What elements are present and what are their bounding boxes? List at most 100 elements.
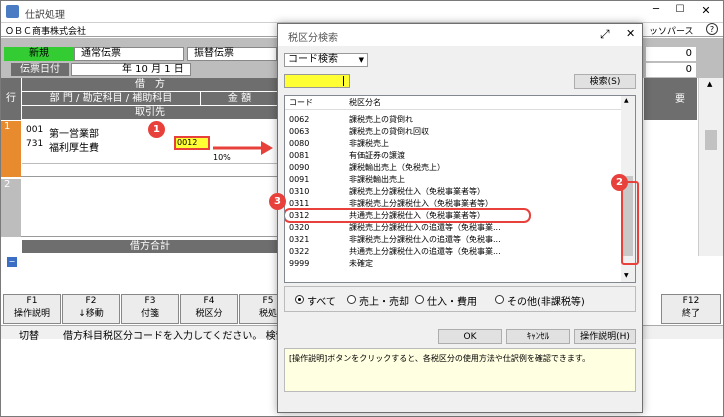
help-icon[interactable]: ? xyxy=(706,23,718,35)
list-item-name: 未確定 xyxy=(349,259,373,268)
list-item-code: 0062 xyxy=(289,115,310,124)
pointer-arrow xyxy=(213,141,273,155)
row-number: 2 xyxy=(1,179,21,237)
cancel-button[interactable]: ｷｬﾝｾﾙ xyxy=(506,329,570,344)
tax-code-input[interactable]: 0012 xyxy=(174,136,210,150)
f12-button[interactable]: F12 終了 xyxy=(661,294,721,324)
list-item-name: 課税売上の貸倒れ xyxy=(349,115,413,124)
f1-label: 操作説明 xyxy=(13,309,50,319)
search-type-value: コード検索 xyxy=(288,54,338,65)
column-name[interactable]: 税区分名 xyxy=(349,97,381,108)
right-value-2: 0 xyxy=(646,63,696,77)
list-item[interactable]: 0312 共通売上分課税仕入（免税事業者等） xyxy=(285,208,615,223)
f12-label: 終了 xyxy=(681,309,700,319)
collapse-icon[interactable]: − xyxy=(7,257,17,267)
list-item-name: 非課税売上分課税仕入の追還等（免税事... xyxy=(349,235,501,244)
tax-code-value: 0012 xyxy=(177,138,198,147)
summary-header: 要 xyxy=(644,78,697,120)
tab-transfer-voucher[interactable]: 振替伝票 xyxy=(187,47,277,61)
status-mode: 切替 xyxy=(19,331,39,342)
filter-group: すべて 売上・売却 仕入・費用 その他(非課税等) xyxy=(284,286,636,312)
column-code[interactable]: コード xyxy=(289,97,313,108)
table-row[interactable]: 2 xyxy=(1,179,278,237)
f1-key: F1 xyxy=(26,296,38,306)
maximize-button[interactable]: ☐ xyxy=(673,4,687,15)
list-item[interactable]: 0310 課税売上分課税仕入（免税事業者等） xyxy=(285,186,615,198)
app-icon xyxy=(6,5,19,18)
radio-sales-label[interactable]: 売上・売却 xyxy=(359,293,409,308)
account-code: 731 xyxy=(26,139,44,149)
resize-icon[interactable]: ⤢ xyxy=(600,27,610,42)
f4-label: 税区分 xyxy=(195,309,223,319)
list-item[interactable]: 0321 非課税売上分課税仕入の追還等（免税事... xyxy=(285,234,615,246)
list-item[interactable]: 0091 非課税輸出売上 xyxy=(285,174,615,186)
grid-scrollbar[interactable]: ▲ xyxy=(698,78,723,256)
partner-header: 取引先 xyxy=(22,106,278,119)
date-field[interactable]: 年 10 月 1 日 xyxy=(71,63,191,76)
dept-account-header: 部 門 / 勘定科目 / 補助科目 xyxy=(22,92,200,105)
scroll-up-icon[interactable]: ▲ xyxy=(707,80,712,88)
tab-new[interactable]: 新規 xyxy=(4,47,74,61)
list-item-code: 0063 xyxy=(289,127,310,136)
summary-header-label: 要 xyxy=(675,94,685,105)
list-item[interactable]: 0090 課税輸出売上（免税売上） xyxy=(285,162,615,174)
help-button[interactable]: 操作説明(H) xyxy=(574,329,636,344)
f2-button[interactable]: F2 ↓移動 xyxy=(62,294,120,324)
list-item-name: 非課税輸出売上 xyxy=(349,175,405,184)
list-item[interactable]: 0322 共通売上分課税仕入の追還等（免税事業... xyxy=(285,246,615,258)
minimize-button[interactable]: ─ xyxy=(649,4,663,15)
list-item-code: 9999 xyxy=(289,259,310,268)
close-button[interactable]: ✕ xyxy=(699,4,713,17)
search-input[interactable] xyxy=(284,74,350,88)
scroll-thumb[interactable] xyxy=(705,130,717,150)
list-item-name: 課税売上の貸倒れ回収 xyxy=(349,127,429,136)
search-button[interactable]: 検索(S) xyxy=(574,74,636,89)
account-name: 福利厚生費 xyxy=(49,143,99,154)
radio-all-label[interactable]: すべて xyxy=(307,293,336,308)
radio-sales[interactable] xyxy=(347,295,356,304)
list-item[interactable]: 0062 課税売上の貸倒れ xyxy=(285,114,615,126)
scroll-down-icon[interactable]: ▼ xyxy=(624,272,629,279)
ok-button[interactable]: OK xyxy=(438,329,502,344)
tab-normal-voucher[interactable]: 通常伝票 xyxy=(74,47,184,61)
help-text: [操作説明]ボタンをクリックすると、各税区分の使用方法や仕訳例を確認できます。 xyxy=(289,354,591,363)
list-item[interactable]: 0080 非課税売上 xyxy=(285,138,615,150)
selected-row-highlight xyxy=(285,208,531,223)
f1-button[interactable]: F1 操作説明 xyxy=(3,294,61,324)
row-header-label: 行 xyxy=(6,93,16,104)
f3-key: F3 xyxy=(144,296,156,306)
right-value-1: 0 xyxy=(646,47,696,61)
partner-cell[interactable] xyxy=(22,163,278,177)
f2-label: ↓移動 xyxy=(78,309,104,319)
dialog-close-button[interactable]: ✕ xyxy=(626,27,635,40)
list-item-name: 課税売上分課税仕入の追還等（免税事業... xyxy=(349,223,501,232)
company-name: ＯＢＣ商事株式会社 xyxy=(5,27,87,37)
radio-other-label[interactable]: その他(非課税等) xyxy=(507,293,585,308)
scroll-up-icon[interactable]: ▲ xyxy=(624,97,629,104)
search-type-select[interactable]: コード検索 ▼ xyxy=(284,53,368,67)
radio-all[interactable] xyxy=(295,295,304,304)
list-item-code: 0321 xyxy=(289,235,310,244)
list-item[interactable]: 0081 有価証券の譲渡 xyxy=(285,150,615,162)
list-item-code: 0081 xyxy=(289,151,310,160)
dept-name: 第一営業部 xyxy=(49,129,99,140)
date-value: 年 10 月 1 日 xyxy=(122,64,184,75)
list-item[interactable]: 0063 課税売上の貸倒れ回収 xyxy=(285,126,615,138)
help-menu[interactable]: ッソパース xyxy=(649,24,694,37)
list-item[interactable]: 0320 課税売上分課税仕入の追還等（免税事業... xyxy=(285,222,615,234)
list-item[interactable]: 9999 未確定 xyxy=(285,258,615,270)
list-item-code: 0320 xyxy=(289,223,310,232)
dialog-title-bar: 税区分検索 ⤢ ✕ xyxy=(278,24,642,46)
callout-badge-2: 2 xyxy=(611,174,628,191)
f4-button[interactable]: F4 税区分 xyxy=(180,294,238,324)
list-body: 0062 課税売上の貸倒れ 0063 課税売上の貸倒れ回収 0080 非課税売上 0081 有… xyxy=(285,114,625,282)
list-item-name: 課税輸出売上（免税売上） xyxy=(349,163,445,172)
f2-key: F2 xyxy=(85,296,97,306)
radio-other[interactable] xyxy=(495,295,504,304)
row-header: 行 xyxy=(1,78,21,120)
f3-button[interactable]: F3 付箋 xyxy=(121,294,179,324)
radio-purchase[interactable] xyxy=(415,295,424,304)
chevron-down-icon: ▼ xyxy=(358,56,364,64)
f12-key: F12 xyxy=(682,296,700,306)
radio-purchase-label[interactable]: 仕入・費用 xyxy=(427,293,477,308)
